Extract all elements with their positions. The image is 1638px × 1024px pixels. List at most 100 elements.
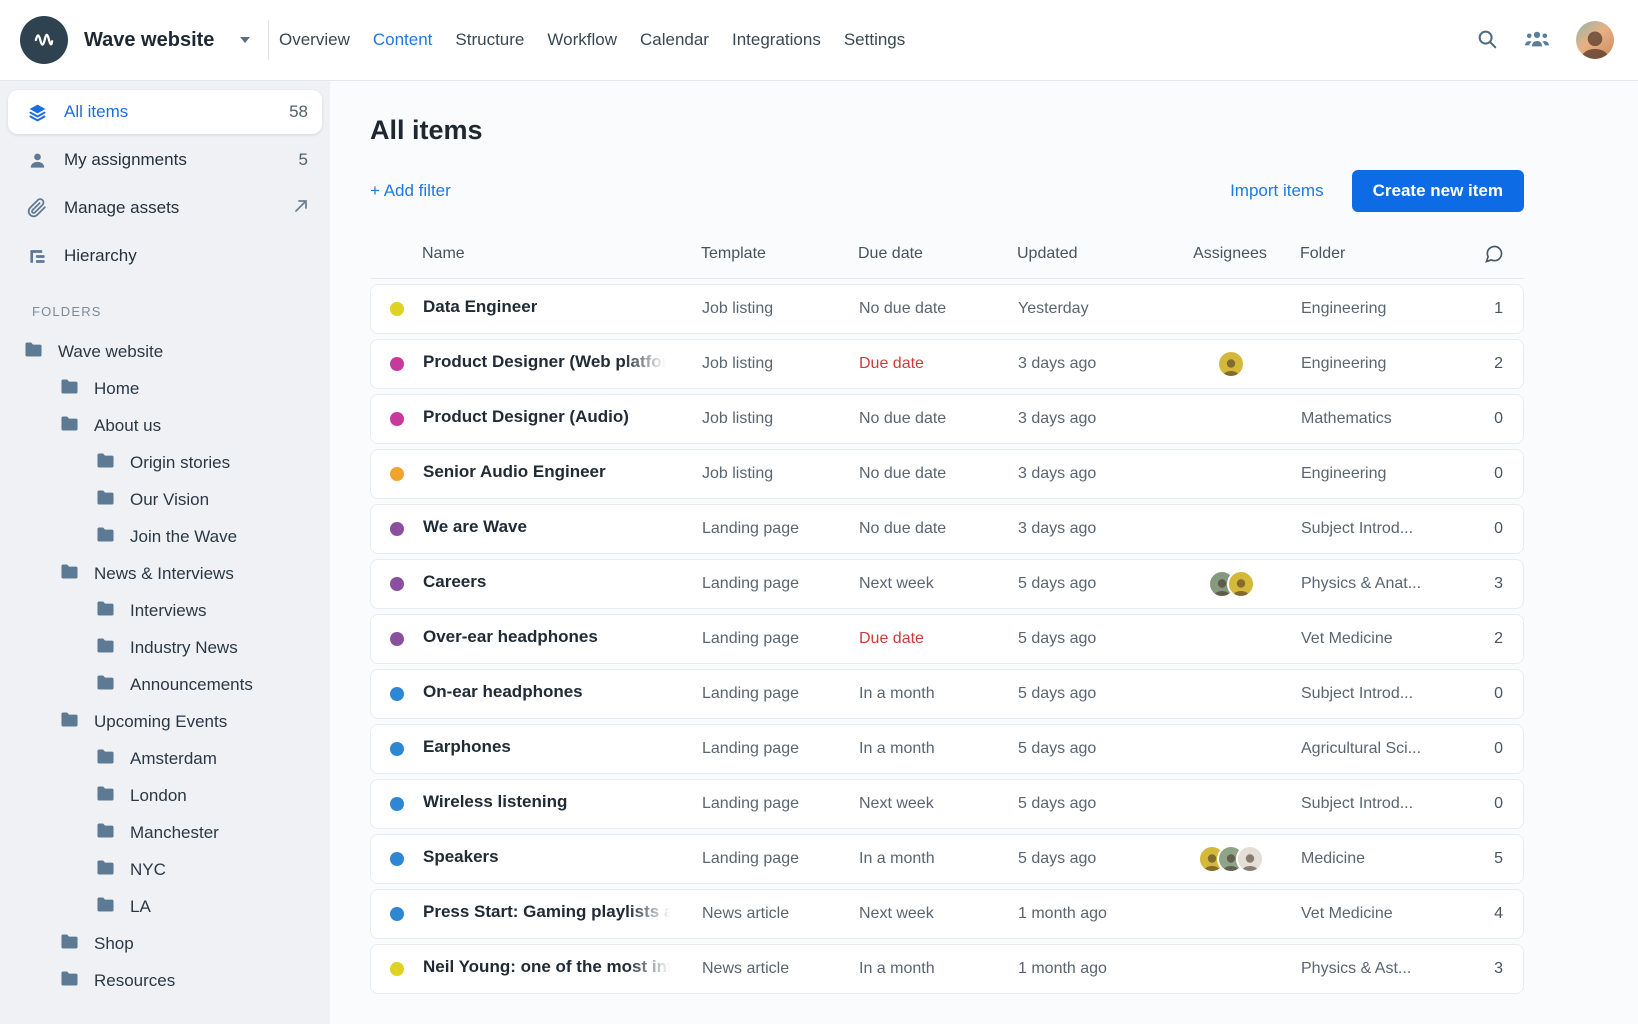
- hierarchy-icon: [26, 247, 48, 266]
- folder-tree-item[interactable]: Our Vision: [8, 481, 322, 518]
- item-name[interactable]: Senior Audio Engineer: [423, 462, 606, 482]
- item-name[interactable]: On-ear headphones: [423, 682, 583, 702]
- status-dot: [390, 302, 404, 316]
- item-due-date: No due date: [859, 520, 1018, 538]
- nav-item[interactable]: Workflow: [547, 30, 617, 50]
- table-row[interactable]: We are Wave Landing page No due date 3 d…: [370, 504, 1524, 554]
- sidebar-item-my-assignments[interactable]: My assignments 5: [8, 138, 322, 182]
- item-name[interactable]: Speakers: [423, 847, 499, 867]
- folder-name: Upcoming Events: [94, 712, 227, 732]
- folder-tree-item[interactable]: Manchester: [8, 814, 322, 851]
- folder-name: Home: [94, 379, 139, 399]
- item-comment-count: 4: [1467, 905, 1523, 923]
- folder-tree-item[interactable]: London: [8, 777, 322, 814]
- item-due-date: In a month: [859, 850, 1018, 868]
- nav-item[interactable]: Structure: [455, 30, 524, 50]
- column-header-name[interactable]: Name: [422, 245, 701, 263]
- status-dot: [390, 412, 404, 426]
- table-row[interactable]: Product Designer (Web platfor Job listin…: [370, 339, 1524, 389]
- folder-tree-item[interactable]: Join the Wave: [8, 518, 322, 555]
- table-row[interactable]: On-ear headphones Landing page In a mont…: [370, 669, 1524, 719]
- column-header-due-date[interactable]: Due date: [858, 245, 1017, 263]
- item-name[interactable]: Product Designer (Audio): [423, 407, 629, 427]
- item-folder: Engineering: [1301, 355, 1467, 373]
- folder-tree-item[interactable]: Amsterdam: [8, 740, 322, 777]
- sidebar-item-manage-assets[interactable]: Manage assets: [8, 186, 322, 230]
- item-due-date: Next week: [859, 905, 1018, 923]
- folder-icon: [60, 711, 79, 733]
- column-header-updated[interactable]: Updated: [1017, 245, 1160, 263]
- item-name[interactable]: Data Engineer: [423, 297, 537, 317]
- item-name[interactable]: Neil Young: one of the most inf: [423, 957, 673, 977]
- project-switcher[interactable]: Wave website: [0, 16, 268, 64]
- table-row[interactable]: Product Designer (Audio) Job listing No …: [370, 394, 1524, 444]
- import-items-button[interactable]: Import items: [1230, 181, 1324, 201]
- page-title: All items: [370, 115, 1524, 146]
- folder-icon: [24, 341, 43, 363]
- item-folder: Subject Introd...: [1301, 520, 1467, 538]
- item-name[interactable]: Over-ear headphones: [423, 627, 598, 647]
- search-button[interactable]: [1476, 28, 1498, 53]
- folder-tree-item[interactable]: Shop: [8, 925, 322, 962]
- nav-item[interactable]: Calendar: [640, 30, 709, 50]
- status-dot: [390, 357, 404, 371]
- folder-tree-item[interactable]: Interviews: [8, 592, 322, 629]
- divider: [268, 20, 269, 60]
- item-name[interactable]: Product Designer (Web platfor: [423, 352, 668, 372]
- create-new-item-button[interactable]: Create new item: [1352, 170, 1524, 212]
- sidebar-item-hierarchy[interactable]: Hierarchy: [8, 234, 322, 278]
- item-name[interactable]: Press Start: Gaming playlists a: [423, 902, 673, 922]
- column-header-folder[interactable]: Folder: [1300, 245, 1466, 263]
- folder-tree-item[interactable]: Upcoming Events: [8, 703, 322, 740]
- item-name[interactable]: Careers: [423, 572, 486, 592]
- table-row[interactable]: Senior Audio Engineer Job listing No due…: [370, 449, 1524, 499]
- folders-section-label: FOLDERS: [32, 304, 322, 319]
- column-header-assignees[interactable]: Assignees: [1160, 245, 1300, 263]
- nav-item[interactable]: Settings: [844, 30, 905, 50]
- nav-item[interactable]: Content: [373, 30, 433, 50]
- folder-tree-item[interactable]: Origin stories: [8, 444, 322, 481]
- item-updated: 5 days ago: [1018, 795, 1161, 813]
- folder-tree-item[interactable]: Announcements: [8, 666, 322, 703]
- sidebar-item-all-items[interactable]: All items 58: [8, 90, 322, 134]
- folder-tree-item[interactable]: About us: [8, 407, 322, 444]
- table-row[interactable]: Wireless listening Landing page Next wee…: [370, 779, 1524, 829]
- table-row[interactable]: Over-ear headphones Landing page Due dat…: [370, 614, 1524, 664]
- table-row[interactable]: Press Start: Gaming playlists a News art…: [370, 889, 1524, 939]
- folder-icon: [96, 526, 115, 548]
- table-row[interactable]: Speakers Landing page In a month 5 days …: [370, 834, 1524, 884]
- folder-icon: [60, 378, 79, 400]
- table-row[interactable]: Earphones Landing page In a month 5 days…: [370, 724, 1524, 774]
- project-name: Wave website: [84, 29, 214, 52]
- item-due-date: Next week: [859, 575, 1018, 593]
- item-template: Landing page: [702, 575, 859, 593]
- team-button[interactable]: [1524, 28, 1550, 53]
- table-header: Name Template Due date Updated Assignees…: [370, 244, 1524, 279]
- item-name[interactable]: Earphones: [423, 737, 511, 757]
- table-row[interactable]: Careers Landing page Next week 5 days ag…: [370, 559, 1524, 609]
- item-template: News article: [702, 960, 859, 978]
- item-name[interactable]: We are Wave: [423, 517, 527, 537]
- add-filter-button[interactable]: + Add filter: [370, 181, 451, 201]
- folder-tree-item[interactable]: NYC: [8, 851, 322, 888]
- folder-tree-item[interactable]: News & Interviews: [8, 555, 322, 592]
- item-folder: Engineering: [1301, 300, 1467, 318]
- table-row[interactable]: Data Engineer Job listing No due date Ye…: [370, 284, 1524, 334]
- item-updated: Yesterday: [1018, 300, 1161, 318]
- folder-tree-item[interactable]: Home: [8, 370, 322, 407]
- column-header-template[interactable]: Template: [701, 245, 858, 263]
- nav-item[interactable]: Integrations: [732, 30, 821, 50]
- item-due-date: In a month: [859, 685, 1018, 703]
- item-name[interactable]: Wireless listening: [423, 792, 567, 812]
- folder-tree-item[interactable]: Wave website: [8, 333, 322, 370]
- user-avatar[interactable]: [1576, 21, 1614, 59]
- folder-tree-item[interactable]: Industry News: [8, 629, 322, 666]
- item-template: Landing page: [702, 520, 859, 538]
- table-row[interactable]: Neil Young: one of the most inf News art…: [370, 944, 1524, 994]
- folder-tree-item[interactable]: Resources: [8, 962, 322, 999]
- nav-item[interactable]: Overview: [279, 30, 350, 50]
- folder-tree-item[interactable]: LA: [8, 888, 322, 925]
- user-icon: [26, 151, 48, 170]
- item-folder: Subject Introd...: [1301, 795, 1467, 813]
- item-count-badge: 58: [289, 102, 308, 122]
